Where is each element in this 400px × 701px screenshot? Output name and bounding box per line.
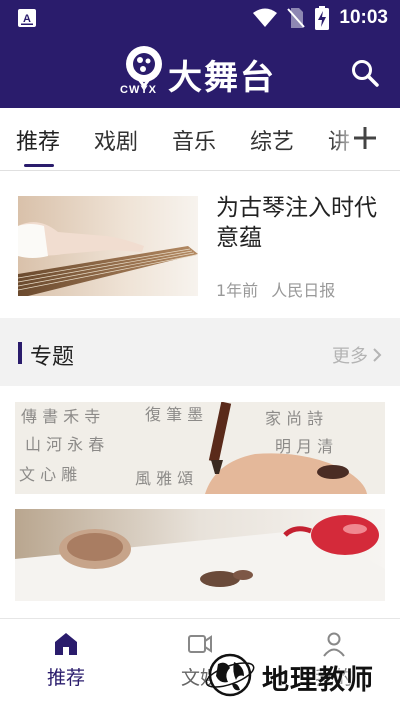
article-thumbnail: [18, 196, 198, 296]
tab-variety[interactable]: 综艺: [250, 124, 294, 156]
wifi-icon: [253, 8, 278, 27]
search-icon[interactable]: [350, 58, 380, 88]
svg-text:明 月 清: 明 月 清: [275, 437, 333, 456]
plus-icon[interactable]: [350, 122, 380, 154]
watermark-text: 地理教师: [262, 665, 374, 696]
section-accent-bar: [18, 342, 22, 364]
svg-text:A: A: [23, 13, 31, 25]
globe-icon: [205, 653, 255, 697]
status-icons: 10:03: [253, 0, 388, 36]
status-bar: A 10:03: [0, 0, 400, 36]
home-icon: [55, 633, 77, 655]
more-label: 更多: [332, 346, 368, 367]
more-link[interactable]: 更多: [332, 342, 382, 368]
nav-recommend[interactable]: 推荐: [26, 631, 106, 690]
section-title: 专题: [30, 345, 75, 370]
article-source: 人民日报: [271, 281, 336, 300]
article-title: 为古琴注入时代意蕴: [216, 195, 377, 251]
topic-banner-calligraphy[interactable]: 傳 書 禾 寺 復 筆 墨 家 尚 詩 山 河 永 春 明 月 清 文 心 雕 風 雅 …: [15, 402, 385, 494]
topics-list: 傳 書 禾 寺 復 筆 墨 家 尚 詩 山 河 永 春 明 月 清 文 心 雕 風 雅 …: [0, 386, 400, 618]
watermark: 地理教师: [204, 650, 400, 700]
logo-subtext: CWYX: [120, 84, 157, 96]
topics-section-header: 专题 更多: [0, 320, 400, 386]
notification-app-icon: A: [18, 9, 36, 27]
app-header: CWYX 大舞台: [0, 36, 400, 108]
svg-text:風 雅 頌: 風 雅 頌: [135, 469, 193, 488]
svg-text:家 尚 詩: 家 尚 詩: [265, 409, 323, 428]
tab-recommend[interactable]: 推荐: [16, 124, 60, 156]
tab-drama[interactable]: 戏剧: [94, 124, 138, 156]
svg-text:山 河 永 春: 山 河 永 春: [25, 435, 104, 454]
article-time: 1年前: [216, 281, 259, 300]
svg-text:文 心 雕: 文 心 雕: [19, 465, 77, 484]
status-clock: 10:03: [339, 7, 388, 28]
app-title: 大舞台: [168, 58, 276, 98]
svg-text:傳 書 禾 寺: 傳 書 禾 寺: [21, 407, 100, 426]
chevron-right-icon: [373, 348, 382, 362]
active-tab-indicator: [24, 164, 54, 167]
no-sim-icon: [287, 8, 306, 28]
nav-recommend-label: 推荐: [46, 667, 85, 689]
svg-text:復 筆 墨: 復 筆 墨: [145, 405, 203, 424]
battery-charging-icon: [315, 6, 330, 30]
tab-music[interactable]: 音乐: [172, 124, 216, 156]
category-tabs: 推荐 戏剧 音乐 综艺 讲: [0, 108, 400, 171]
topic-banner-tea[interactable]: [15, 509, 385, 601]
article-card[interactable]: 为古琴注入时代意蕴 1年前 人民日报: [0, 171, 400, 318]
article-meta: 1年前 人民日报: [216, 277, 343, 301]
